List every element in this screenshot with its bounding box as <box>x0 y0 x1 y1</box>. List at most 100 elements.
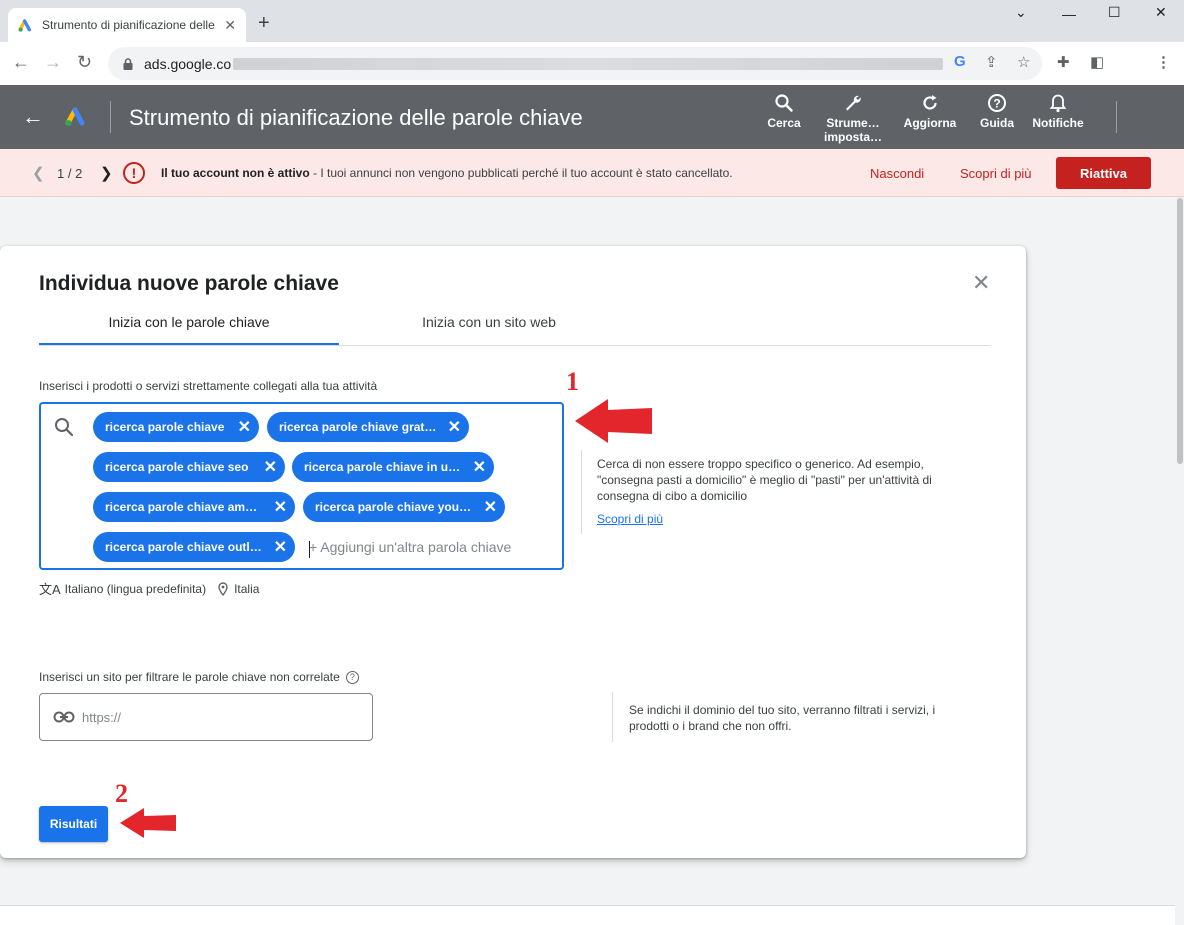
lock-icon <box>123 57 133 70</box>
remove-chip-icon[interactable]: ✕ <box>473 457 486 477</box>
remove-chip-icon[interactable]: ✕ <box>274 537 287 557</box>
error-icon: ! <box>123 162 145 184</box>
tools-button-label: Strume… imposta… <box>823 116 882 144</box>
keyword-chip-label: ricerca parole chiave in u… <box>304 460 461 474</box>
keyword-chip[interactable]: ricerca parole chiave seo ✕ <box>93 452 285 482</box>
account-alert-banner: ❮ 1 / 2 ❯ ! Il tuo account non è attivo … <box>0 149 1184 197</box>
wrench-icon <box>846 95 861 111</box>
page-scrollbar-thumb[interactable] <box>1177 198 1183 464</box>
remove-chip-icon[interactable]: ✕ <box>448 417 461 437</box>
keyword-chip[interactable]: ricerca parole chiave am… ✕ <box>93 492 295 522</box>
keyword-chip-label: ricerca parole chiave <box>105 420 225 434</box>
remove-chip-icon[interactable]: ✕ <box>238 417 251 437</box>
language-label: Italiano (lingua predefinita) <box>64 581 207 596</box>
maximize-icon[interactable]: ☐ <box>1108 4 1121 21</box>
hint-divider <box>612 692 613 742</box>
hint-learn-more-link[interactable]: Scopri di più <box>597 512 663 526</box>
close-tab-icon[interactable]: ✕ <box>224 17 236 34</box>
keyword-chip-label: ricerca parole chiave outl… <box>105 540 262 554</box>
keyword-chip[interactable]: ricerca parole chiave in u… ✕ <box>292 452 494 482</box>
browser-toolbar: ← → ↻ ads.google.co G ⇪ ☆ ✚ ◧ ⋮ <box>0 42 1184 85</box>
help-button[interactable]: ? Guida <box>962 93 1032 130</box>
keyword-chip-label: ricerca parole chiave you… <box>315 500 472 514</box>
search-button[interactable]: Cerca <box>749 93 819 130</box>
page-footer-area <box>0 905 1175 925</box>
banner-learn-more-link[interactable]: Scopri di più <box>960 166 1032 181</box>
help-button-label: Guida <box>979 116 1014 130</box>
annotation-step-1: 1 <box>566 367 579 396</box>
dialog-title: Individua nuove parole chiave <box>39 272 339 295</box>
remove-chip-icon[interactable]: ✕ <box>484 497 497 517</box>
url-text: ads.google.co <box>144 55 232 72</box>
banner-message: Il tuo account non è attivo - I tuoi ann… <box>161 166 733 180</box>
remove-chip-icon[interactable]: ✕ <box>274 497 287 517</box>
extensions-icon[interactable]: ✚ <box>1057 53 1070 71</box>
keyword-chip-label: ricerca parole chiave seo <box>105 460 249 474</box>
url-redacted <box>233 57 944 70</box>
tab-start-with-keywords[interactable]: Inizia con le parole chiave <box>39 314 339 330</box>
keyword-discovery-dialog: Individua nuove parole chiave ✕ Inizia c… <box>0 246 1026 858</box>
language-location-settings[interactable]: 文A Italiano (lingua predefinita) Italia <box>39 579 259 598</box>
chevron-left-icon[interactable]: ❮ <box>32 164 45 182</box>
bookmark-star-icon[interactable]: ☆ <box>1017 53 1030 71</box>
add-keyword-input[interactable]: + Aggiungi un'altra parola chiave <box>309 539 511 555</box>
share-icon[interactable]: ⇪ <box>985 53 998 71</box>
help-icon: ? <box>988 94 1006 112</box>
hint-divider <box>581 450 582 534</box>
browser-tab[interactable]: Strumento di pianificazione delle ✕ <box>8 8 246 42</box>
search-icon <box>775 94 793 112</box>
browser-menu-icon[interactable]: ⋮ <box>1156 53 1171 71</box>
banner-pagination: 1 / 2 <box>57 166 83 181</box>
keywords-input-box[interactable]: ricerca parole chiave ✕ ricerca parole c… <box>39 402 564 570</box>
keyword-chip[interactable]: ricerca parole chiave you… ✕ <box>303 492 505 522</box>
tab-search-icon[interactable]: ⌄ <box>1015 4 1027 21</box>
location-pin-icon <box>218 581 228 596</box>
new-tab-icon[interactable]: + <box>258 12 270 35</box>
google-ads-logo-icon <box>65 107 85 126</box>
browser-tab-title: Strumento di pianificazione delle <box>42 18 215 32</box>
keyword-chip[interactable]: ricerca parole chiave ✕ <box>93 412 259 442</box>
reactivate-button[interactable]: Riattiva <box>1056 157 1151 189</box>
refresh-button[interactable]: Aggiorna <box>895 93 965 130</box>
site-url-placeholder: https:// <box>82 710 122 725</box>
banner-message-rest: - I tuoi annunci non vengono pubblicati … <box>309 166 733 180</box>
annotation-arrow-icon <box>575 399 652 443</box>
text-caret <box>309 541 310 558</box>
header-divider <box>110 101 111 133</box>
remove-chip-icon[interactable]: ✕ <box>264 457 277 477</box>
tools-button[interactable]: Strume… imposta… <box>817 93 889 144</box>
annotation-arrow-icon <box>120 808 176 838</box>
annotation-step-2: 2 <box>115 779 128 808</box>
minimize-icon[interactable]: — <box>1062 6 1076 22</box>
forward-icon[interactable]: → <box>44 52 62 73</box>
side-panel-icon[interactable]: ◧ <box>1090 53 1104 71</box>
keywords-hint: Cerca di non essere troppo specifico o g… <box>597 457 932 503</box>
header-divider-right <box>1116 101 1117 133</box>
back-icon[interactable]: ← <box>12 52 30 73</box>
address-bar[interactable]: ads.google.co <box>108 47 1042 80</box>
google-icon[interactable]: G <box>954 53 966 70</box>
keyword-chip[interactable]: ricerca parole chiave grat… ✕ <box>267 412 469 442</box>
refresh-button-label: Aggiorna <box>903 116 957 130</box>
site-hint: Se indichi il dominio del tuo sito, verr… <box>629 703 936 733</box>
close-window-icon[interactable]: ✕ <box>1155 4 1167 21</box>
google-ads-favicon-icon <box>18 19 31 32</box>
notifications-button[interactable]: Notifiche <box>1023 93 1093 130</box>
link-icon <box>53 711 75 723</box>
hide-banner-link[interactable]: Nascondi <box>870 166 924 181</box>
tab-start-with-website[interactable]: Inizia con un sito web <box>339 314 639 330</box>
reload-icon[interactable]: ↻ <box>77 52 92 73</box>
location-label: Italia <box>234 581 260 596</box>
site-url-input[interactable]: https:// <box>39 693 373 741</box>
keywords-field-label: Inserisci i prodotti o servizi strettame… <box>39 379 378 393</box>
keyword-chip[interactable]: ricerca parole chiave outl… ✕ <box>93 532 295 562</box>
close-dialog-icon[interactable]: ✕ <box>972 270 990 296</box>
chevron-right-icon[interactable]: ❯ <box>100 164 113 182</box>
help-circle-icon[interactable]: ? <box>345 670 359 684</box>
back-arrow-icon[interactable]: ← <box>22 104 44 130</box>
svg-text:?: ? <box>993 97 1000 111</box>
search-icon <box>55 418 74 437</box>
results-button[interactable]: Risultati <box>39 806 108 842</box>
refresh-icon <box>923 95 937 110</box>
banner-message-bold: Il tuo account non è attivo <box>161 166 310 180</box>
